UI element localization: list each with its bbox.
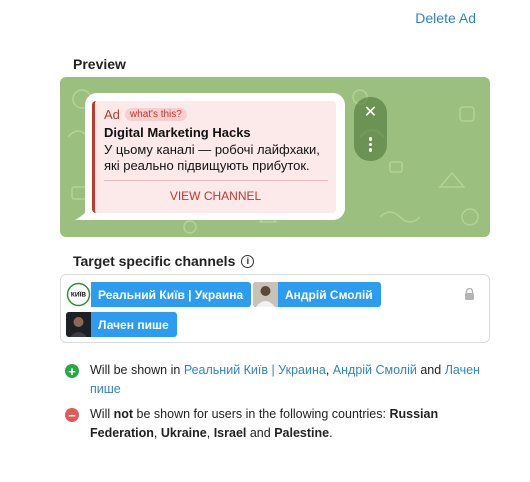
target-channels-title: Target specific channels i: [73, 253, 255, 269]
delete-ad-button[interactable]: Delete Ad: [415, 10, 476, 26]
period: .: [329, 426, 333, 440]
lock-icon: [465, 288, 474, 300]
separator: ,: [325, 363, 330, 377]
info-icon[interactable]: i: [241, 254, 255, 268]
ad-side-controls: ✕: [354, 97, 387, 161]
channel-chip[interactable]: КИЇВ Реальний Київ | Украина: [66, 282, 252, 307]
conjunction: and: [249, 426, 271, 440]
channel-avatar: КИЇВ: [66, 282, 91, 307]
target-channels-label: Target specific channels: [73, 253, 236, 269]
not-shown-summary: − Will not be shown for users in the fol…: [65, 405, 490, 443]
ad-description: У цьому каналі — робочі лайфхаки, які ре…: [104, 142, 320, 173]
ad-label: Ad: [104, 107, 120, 122]
channel-chip-label: Лачен пише: [98, 317, 169, 332]
channel-avatar: [66, 312, 91, 337]
separator: ,: [153, 426, 158, 440]
shown-prefix: Will be shown in: [90, 363, 181, 377]
preview-title: Preview: [73, 56, 126, 72]
exclude-minus-icon: −: [65, 408, 79, 423]
not-word: not: [113, 407, 134, 421]
avatar-text: КИЇВ: [71, 291, 86, 299]
channel-chip[interactable]: Лачен пише: [66, 312, 177, 337]
country-name: Israel: [213, 426, 247, 440]
ad-divider: [104, 180, 328, 181]
ad-title: Digital Marketing Hacks: [104, 125, 251, 140]
not-shown-p2: be shown for users in the following coun…: [136, 407, 386, 421]
country-name: Ukraine: [160, 426, 207, 440]
sponsored-message-card: Ad what's this? Digital Marketing Hacks …: [92, 101, 336, 213]
not-shown-p1: Will: [90, 407, 111, 421]
channel-chip-label: Андрій Смолій: [285, 287, 373, 302]
channel-link[interactable]: Андрій Смолій: [333, 363, 417, 377]
whats-this-link[interactable]: what's this?: [124, 108, 187, 121]
conjunction: and: [420, 363, 442, 377]
shown-in-summary: + Will be shown in Реальний Київ | Украи…: [65, 361, 490, 399]
channel-avatar: [253, 282, 278, 307]
more-options-icon[interactable]: [367, 137, 374, 155]
check-plus-icon: +: [65, 364, 79, 379]
channel-chip-label: Реальний Київ | Украина: [98, 287, 244, 302]
view-channel-button[interactable]: VIEW CHANNEL: [95, 189, 336, 203]
separator: ,: [206, 426, 211, 440]
channel-link[interactable]: Реальний Київ | Украина: [184, 363, 326, 377]
country-name: Palestine: [274, 426, 330, 440]
channel-chip[interactable]: Андрій Смолій: [253, 282, 381, 307]
close-icon[interactable]: ✕: [362, 105, 379, 122]
